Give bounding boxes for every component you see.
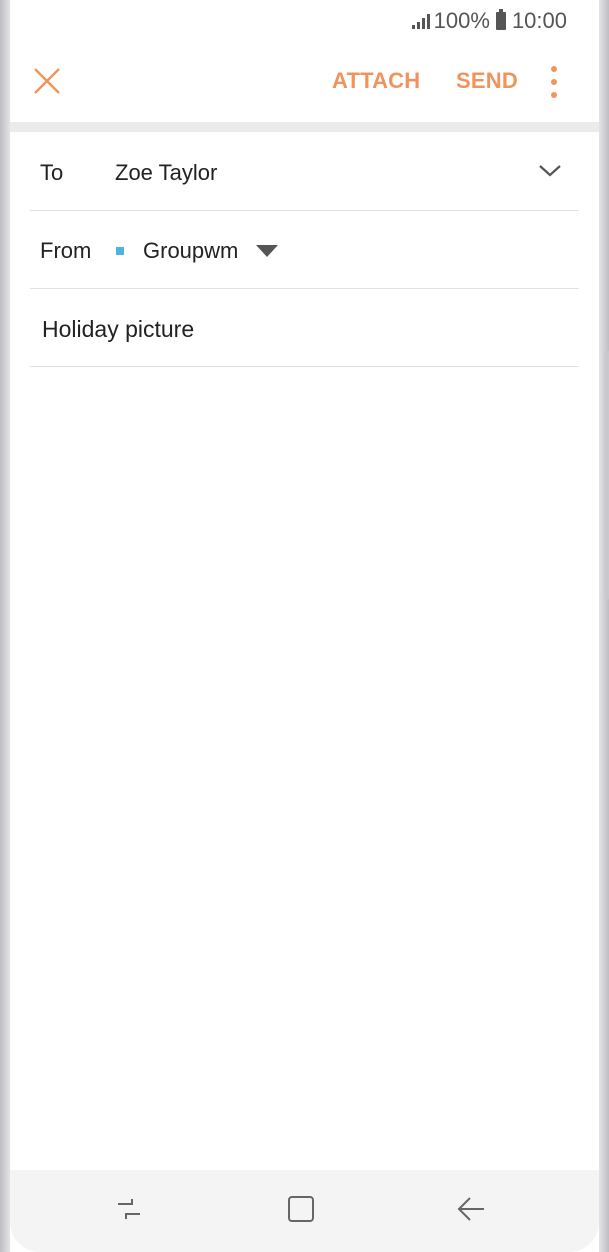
from-account[interactable]: Groupwm (143, 238, 238, 264)
message-body-field[interactable] (30, 368, 579, 1170)
close-icon[interactable] (32, 66, 62, 96)
recent-apps-icon[interactable] (112, 1192, 146, 1226)
device-edge-left (0, 0, 10, 1252)
to-field[interactable]: Zoe Taylor (115, 160, 217, 186)
battery-icon (495, 9, 506, 30)
account-color-indicator (116, 247, 124, 255)
status-bar: 100% 10:00 (10, 0, 599, 42)
action-bar-divider (10, 122, 599, 132)
send-button[interactable]: SEND (456, 68, 518, 94)
back-icon[interactable] (454, 1192, 488, 1226)
more-vert-icon[interactable] (544, 66, 564, 98)
from-row: From Groupwm (30, 211, 579, 289)
screen: 100% 10:00 ATTACH SEND To Zoe Taylor Fro… (10, 0, 599, 1252)
device-side-button (605, 350, 609, 600)
subject-field[interactable]: Holiday picture (42, 316, 194, 343)
navigation-bar (10, 1170, 599, 1252)
attach-button[interactable]: ATTACH (332, 68, 420, 94)
signal-icon (411, 13, 430, 29)
device-edge-right (599, 0, 609, 1252)
subject-row[interactable]: Holiday picture (30, 289, 579, 367)
to-row[interactable]: To Zoe Taylor (30, 133, 579, 211)
action-bar: ATTACH SEND (10, 42, 599, 122)
clock: 10:00 (511, 8, 567, 33)
battery-percent: 100% (433, 8, 490, 33)
chevron-down-icon[interactable] (537, 161, 563, 181)
from-label: From (40, 238, 92, 263)
home-icon[interactable] (284, 1192, 318, 1226)
caret-down-icon[interactable] (256, 245, 278, 257)
to-label: To (40, 160, 64, 185)
